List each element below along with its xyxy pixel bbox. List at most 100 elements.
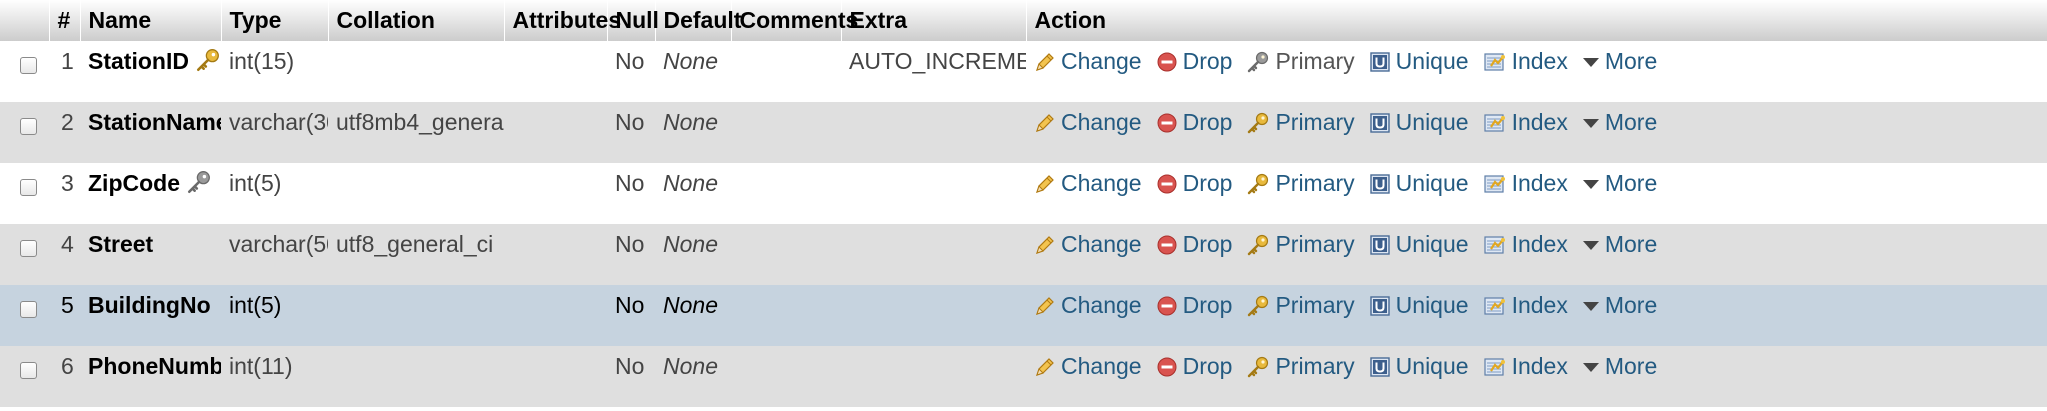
index-link[interactable]: Index: [1483, 292, 1568, 319]
row-checkbox[interactable]: [20, 179, 37, 196]
primary-link[interactable]: Primary: [1246, 353, 1355, 380]
unique-u-icon: [1369, 173, 1390, 194]
table-row[interactable]: 4 Street varchar(50) utf8_general_ci No …: [0, 224, 2047, 285]
more-dropdown[interactable]: More: [1582, 48, 1657, 75]
header-comments[interactable]: Comments: [731, 0, 858, 41]
drop-link[interactable]: Drop: [1156, 353, 1232, 380]
row-number: 4: [61, 231, 74, 257]
column-null: No: [615, 231, 645, 257]
drop-link[interactable]: Drop: [1156, 48, 1232, 75]
column-extra: [841, 346, 1026, 407]
unique-link[interactable]: Unique: [1369, 109, 1469, 136]
row-checkbox-cell: [0, 346, 49, 407]
column-default: None: [663, 231, 718, 257]
table-row[interactable]: 5 BuildingNo int(5) No None Change Drop …: [0, 285, 2047, 346]
unique-link[interactable]: Unique: [1369, 170, 1469, 197]
unique-link[interactable]: Unique: [1369, 48, 1469, 75]
row-checkbox[interactable]: [20, 57, 37, 74]
unique-u-icon: [1369, 295, 1390, 316]
more-dropdown[interactable]: More: [1582, 353, 1657, 380]
header-extra[interactable]: Extra: [841, 0, 1027, 41]
row-checkbox[interactable]: [20, 118, 37, 135]
key-gold-icon: [196, 48, 219, 71]
table-row[interactable]: 1 StationID int(15) No None AUTO_INCREME…: [0, 41, 2047, 102]
more-label: More: [1604, 353, 1658, 379]
change-link[interactable]: Change: [1034, 170, 1142, 197]
more-dropdown[interactable]: More: [1582, 170, 1657, 197]
drop-link[interactable]: Drop: [1156, 292, 1232, 319]
more-dropdown[interactable]: More: [1582, 231, 1657, 258]
key-icon: [1248, 173, 1269, 194]
column-default: None: [663, 48, 718, 74]
primary-label: Primary: [1275, 231, 1355, 257]
drop-label: Drop: [1182, 231, 1233, 257]
drop-circle-icon: [1157, 52, 1177, 71]
key-icon: [1248, 234, 1269, 255]
header-default[interactable]: Default: [655, 0, 741, 41]
header-num[interactable]: #: [49, 0, 81, 41]
triangle-down-icon: [1582, 301, 1599, 311]
index-link[interactable]: Index: [1483, 353, 1568, 380]
index-link[interactable]: Index: [1483, 170, 1568, 197]
drop-label: Drop: [1182, 109, 1233, 135]
drop-link[interactable]: Drop: [1156, 170, 1232, 197]
primary-link[interactable]: Primary: [1246, 170, 1355, 197]
table-row[interactable]: 3 ZipCode int(5) No None Change Drop Pri…: [0, 163, 2047, 224]
triangle-down-icon: [1582, 57, 1599, 67]
primary-link[interactable]: Primary: [1246, 48, 1355, 75]
more-dropdown[interactable]: More: [1582, 109, 1657, 136]
more-dropdown[interactable]: More: [1582, 292, 1657, 319]
index-link[interactable]: Index: [1483, 48, 1568, 75]
row-checkbox[interactable]: [20, 240, 37, 257]
column-null: No: [615, 109, 645, 135]
key-icon: [1248, 112, 1269, 133]
column-default: None: [663, 170, 718, 196]
column-null: No: [615, 170, 645, 196]
table-row[interactable]: 2 StationName varchar(30) utf8mb4_genera…: [0, 102, 2047, 163]
column-attributes: [504, 41, 607, 102]
change-link[interactable]: Change: [1034, 109, 1142, 136]
index-link[interactable]: Index: [1483, 231, 1568, 258]
header-collation[interactable]: Collation: [328, 0, 505, 41]
column-extra: [841, 285, 1026, 346]
unique-u-icon: [1369, 51, 1390, 72]
primary-link[interactable]: Primary: [1246, 292, 1355, 319]
table-row[interactable]: 6 PhoneNumber int(11) No None Change Dro…: [0, 346, 2047, 407]
primary-link[interactable]: Primary: [1246, 231, 1355, 258]
header-type[interactable]: Type: [221, 0, 329, 41]
primary-link[interactable]: Primary: [1246, 109, 1355, 136]
change-label: Change: [1061, 48, 1142, 74]
action-cell: Change Drop Primary Unique Index More: [1026, 41, 2047, 102]
column-extra: [841, 102, 1026, 163]
change-link[interactable]: Change: [1034, 231, 1142, 258]
drop-link[interactable]: Drop: [1156, 109, 1233, 136]
more-label: More: [1604, 170, 1658, 196]
header-attributes[interactable]: Attributes: [504, 0, 621, 41]
column-name: StationName: [88, 109, 221, 135]
primary-label: Primary: [1275, 109, 1355, 135]
column-default: None: [663, 353, 718, 379]
unique-link[interactable]: Unique: [1369, 292, 1469, 319]
row-checkbox[interactable]: [20, 301, 37, 318]
unique-link[interactable]: Unique: [1369, 231, 1469, 258]
column-name: StationID: [88, 48, 189, 74]
header-name[interactable]: Name: [80, 0, 222, 41]
column-attributes: [504, 163, 607, 224]
column-comments: [731, 285, 841, 346]
index-link[interactable]: Index: [1483, 109, 1568, 136]
column-default: None: [663, 292, 718, 318]
change-link[interactable]: Change: [1034, 353, 1142, 380]
unique-link[interactable]: Unique: [1369, 353, 1469, 380]
column-collation: utf8mb4_general_ci: [336, 109, 504, 135]
drop-link[interactable]: Drop: [1156, 231, 1233, 258]
pencil-icon: [1036, 357, 1054, 376]
change-link[interactable]: Change: [1034, 292, 1142, 319]
index-icon: [1483, 235, 1505, 254]
index-icon: [1483, 113, 1505, 132]
column-name-cell: StationID: [80, 41, 221, 102]
change-link[interactable]: Change: [1034, 48, 1142, 75]
index-icon: [1483, 52, 1505, 71]
column-extra: AUTO_INCREMENT: [849, 48, 1026, 74]
row-checkbox[interactable]: [20, 362, 37, 379]
key-icon: [1248, 51, 1269, 72]
